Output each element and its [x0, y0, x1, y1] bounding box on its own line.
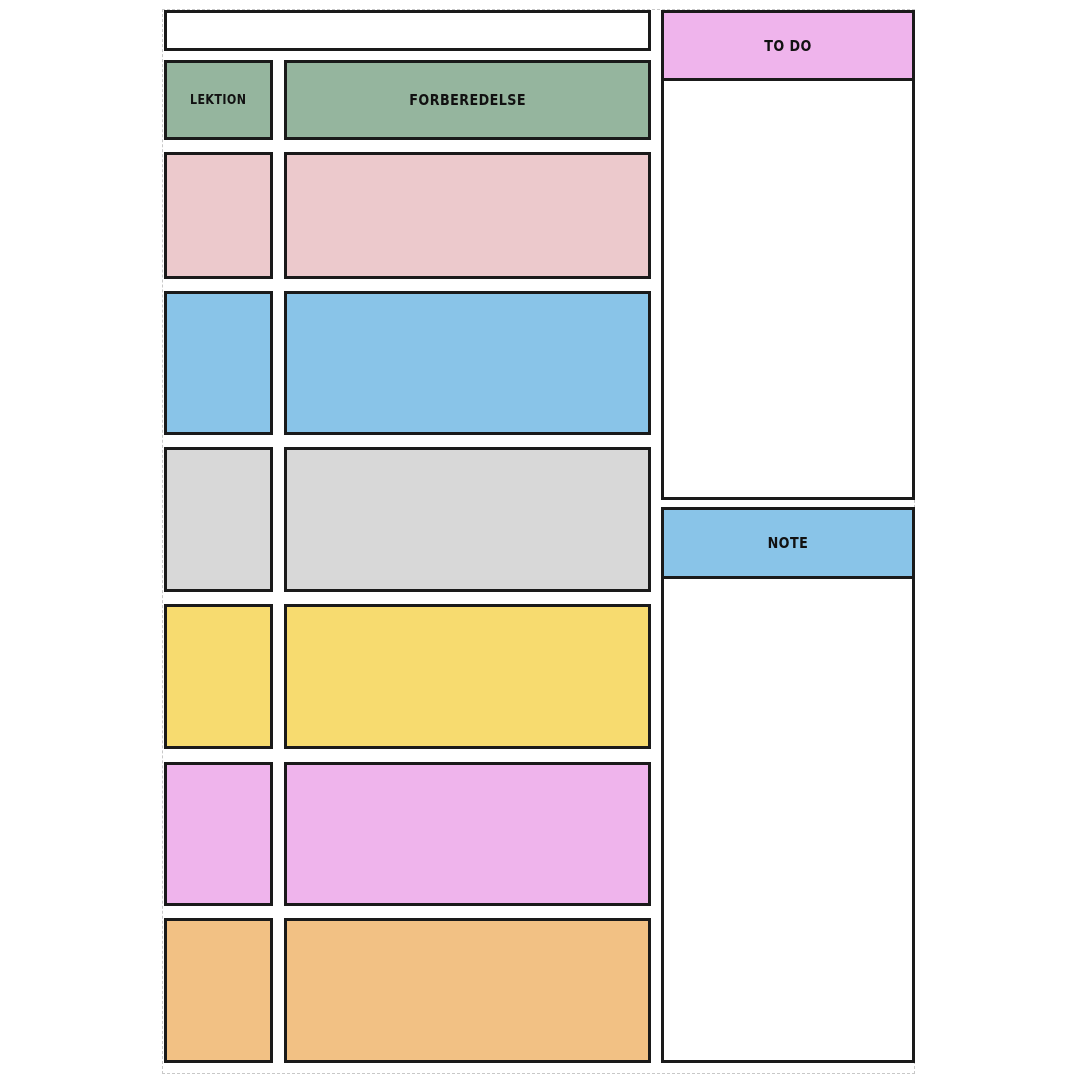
note-content-area[interactable]	[664, 579, 912, 1060]
lektion-cell[interactable]	[164, 291, 273, 435]
todo-header: TO DO	[664, 13, 912, 81]
lektion-header: LEKTION	[164, 60, 273, 140]
lektion-cell[interactable]	[164, 447, 273, 592]
lektion-cell[interactable]	[164, 762, 273, 906]
forberedelse-cell[interactable]	[284, 152, 651, 279]
note-header: NOTE	[664, 510, 912, 579]
forberedelse-header-label: FORBEREDELSE	[409, 91, 526, 109]
todo-panel: TO DO	[661, 10, 915, 500]
todo-content-area[interactable]	[664, 81, 912, 497]
forberedelse-cell[interactable]	[284, 762, 651, 906]
lektion-header-label: LEKTION	[190, 92, 247, 108]
forberedelse-cell[interactable]	[284, 291, 651, 435]
lektion-cell[interactable]	[164, 918, 273, 1063]
forberedelse-cell[interactable]	[284, 447, 651, 592]
note-label: NOTE	[767, 534, 809, 552]
forberedelse-cell[interactable]	[284, 918, 651, 1063]
forberedelse-header: FORBEREDELSE	[284, 60, 651, 140]
title-field[interactable]	[164, 10, 651, 51]
forberedelse-cell[interactable]	[284, 604, 651, 749]
lektion-cell[interactable]	[164, 152, 273, 279]
todo-label: TO DO	[764, 36, 812, 55]
lektion-cell[interactable]	[164, 604, 273, 749]
note-panel: NOTE	[661, 507, 915, 1063]
